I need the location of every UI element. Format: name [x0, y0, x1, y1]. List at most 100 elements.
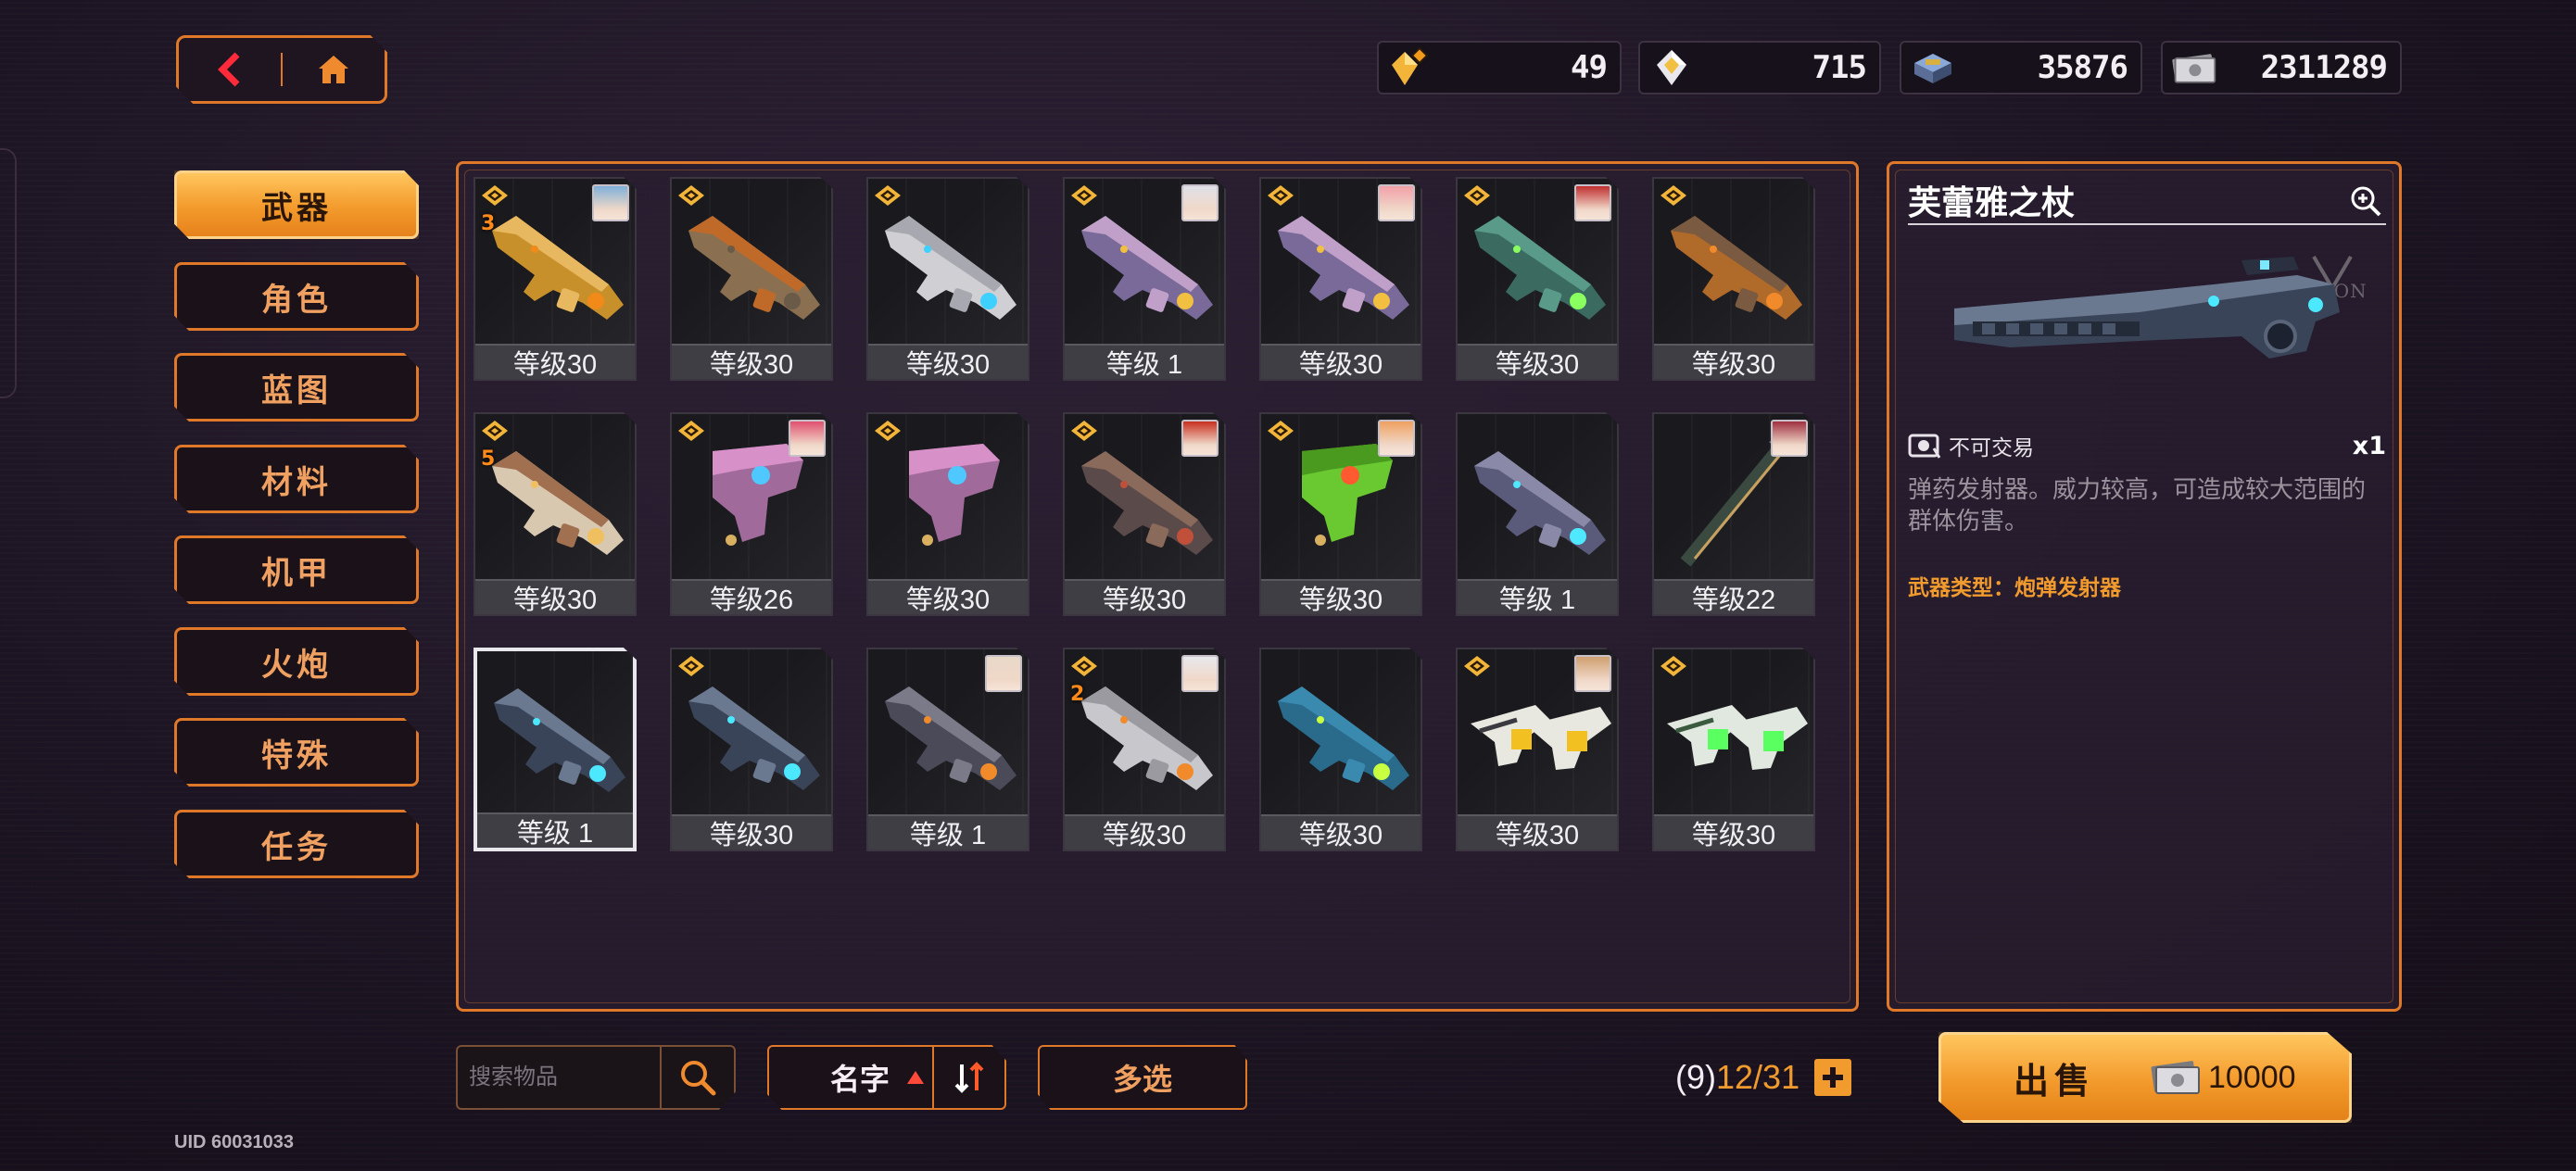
item-description: 弹药发射器。威力较高，可造成较大范围的群体伤害。: [1908, 475, 2367, 535]
home-icon: [319, 56, 349, 83]
item-level: 等级30: [1065, 814, 1224, 850]
character-avatar: [1378, 420, 1415, 457]
weapon-image: [688, 686, 820, 790]
character-avatar: [789, 420, 826, 457]
weapon-image: [885, 216, 1017, 320]
rarity-star-icon: [482, 185, 508, 206]
inventory-item-card[interactable]: 等级 1: [474, 648, 637, 851]
currency-money[interactable]: 2311289: [2161, 41, 2402, 94]
back-button[interactable]: [179, 38, 281, 101]
weapon-image: [492, 451, 624, 555]
menu-blueprint[interactable]: 蓝图: [174, 353, 419, 422]
menu-mission[interactable]: 任务: [174, 810, 419, 878]
currency-gold-crystal[interactable]: 49: [1377, 41, 1622, 94]
trade-status-text: 不可交易: [1949, 435, 2034, 460]
upgrade-rank: 5: [481, 447, 496, 471]
character-avatar: [1378, 184, 1415, 221]
trade-status-row: 不可交易 x1: [1908, 427, 2386, 464]
menu-mecha[interactable]: 机甲: [174, 535, 419, 604]
home-button[interactable]: [283, 38, 385, 101]
silver-crystal-value: 715: [1812, 49, 1867, 86]
inventory-grid: 3 等级30 等级30 等级30 等级 1 等级30 等级30 等级30 5 等…: [456, 161, 1859, 1012]
sort-control: 名字: [767, 1045, 1006, 1110]
search-icon: [680, 1061, 716, 1096]
inventory-item-card[interactable]: 等级30: [1652, 177, 1815, 381]
inventory-item-card[interactable]: 3 等级30: [474, 177, 637, 381]
currency-silver-crystal[interactable]: 715: [1638, 41, 1881, 94]
item-level: 等级30: [672, 814, 831, 850]
banknote-icon: [2151, 1061, 2201, 1094]
rarity-star-icon: [875, 185, 901, 206]
inventory-item-card[interactable]: 等级 1: [1063, 177, 1226, 381]
character-avatar: [1574, 184, 1611, 221]
sort-order-toggle[interactable]: [934, 1059, 1004, 1096]
inventory-item-card[interactable]: 等级30: [670, 177, 833, 381]
rarity-star-icon: [678, 185, 704, 206]
rarity-star-icon: [1268, 421, 1294, 441]
inventory-item-card[interactable]: 5 等级30: [474, 412, 637, 616]
inventory-item-card[interactable]: 等级30: [1456, 177, 1619, 381]
inventory-item-card[interactable]: 等级30: [1652, 648, 1815, 851]
inventory-item-card[interactable]: 等级22: [1652, 412, 1815, 616]
menu-character[interactable]: 角色: [174, 262, 419, 331]
sort-by-name-button[interactable]: 名字: [769, 1056, 899, 1099]
multi-select-button[interactable]: 多选: [1038, 1045, 1247, 1110]
item-level: 等级30: [1065, 579, 1224, 614]
rarity-star-icon: [1071, 421, 1097, 441]
rarity-star-icon: [1464, 185, 1490, 206]
item-level: 等级22: [1654, 579, 1813, 614]
rarity-star-icon: [1071, 185, 1097, 206]
zoom-in-icon[interactable]: [2349, 184, 2382, 218]
item-weapon-image: [1954, 257, 2340, 359]
edge-tab: [0, 148, 17, 398]
sort-order-icon: [954, 1062, 984, 1093]
item-level: 等级 1: [1458, 579, 1617, 614]
rarity-star-icon: [482, 421, 508, 441]
inventory-item-card[interactable]: 等级30: [1259, 177, 1422, 381]
menu-special[interactable]: 特殊: [174, 718, 419, 787]
chevron-left-icon: [217, 52, 240, 87]
inventory-item-card[interactable]: 等级30: [1259, 412, 1422, 616]
inventory-item-card[interactable]: 等级30: [866, 177, 1029, 381]
menu-weapon[interactable]: 武器: [174, 170, 419, 239]
weapon-image: [1278, 686, 1409, 790]
top-nav: [176, 35, 387, 104]
inventory-item-card[interactable]: 等级30: [1063, 412, 1226, 616]
character-avatar: [985, 655, 1022, 692]
search-bar: [456, 1045, 736, 1110]
expand-capacity-button[interactable]: [1814, 1059, 1852, 1096]
character-avatar: [592, 184, 629, 221]
item-level: 等级30: [1261, 814, 1421, 850]
rarity-star-icon: [678, 421, 704, 441]
no-trade-icon: [1908, 434, 1941, 459]
user-id: UID 60031033: [174, 1132, 294, 1152]
inventory-item-card[interactable]: 等级30: [670, 648, 833, 851]
item-level: 等级30: [672, 344, 831, 379]
sell-button[interactable]: 出售 10000: [1938, 1032, 2352, 1123]
inventory-item-card[interactable]: 等级30: [1259, 648, 1422, 851]
inventory-item-card[interactable]: 等级30: [1456, 648, 1619, 851]
inventory-item-card[interactable]: 等级 1: [866, 648, 1029, 851]
inventory-item-card[interactable]: 等级 1: [1456, 412, 1619, 616]
rarity-star-icon: [678, 656, 704, 676]
rarity-star-icon: [1268, 185, 1294, 206]
currency-chip[interactable]: 35876: [1900, 41, 2142, 94]
silver-crystal-icon: [1648, 46, 1696, 89]
item-quantity: x1: [2352, 431, 2386, 460]
weapon-image: [494, 688, 625, 792]
gold-crystal-icon: [1386, 46, 1434, 89]
character-avatar: [1181, 184, 1219, 221]
menu-material[interactable]: 材料: [174, 445, 419, 513]
weapon-image: [688, 216, 820, 320]
inventory-item-card[interactable]: 2 等级30: [1063, 648, 1226, 851]
menu-cannon[interactable]: 火炮: [174, 627, 419, 696]
item-level: 等级30: [1458, 814, 1617, 850]
search-button[interactable]: [662, 1047, 734, 1108]
item-level: 等级30: [1261, 344, 1421, 379]
rarity-star-icon: [1661, 185, 1686, 206]
inventory-capacity: (9) 12/31: [1675, 1052, 1852, 1102]
inventory-item-card[interactable]: 等级26: [670, 412, 833, 616]
search-input[interactable]: [458, 1047, 660, 1108]
item-level: 等级30: [1654, 814, 1813, 850]
inventory-item-card[interactable]: 等级30: [866, 412, 1029, 616]
